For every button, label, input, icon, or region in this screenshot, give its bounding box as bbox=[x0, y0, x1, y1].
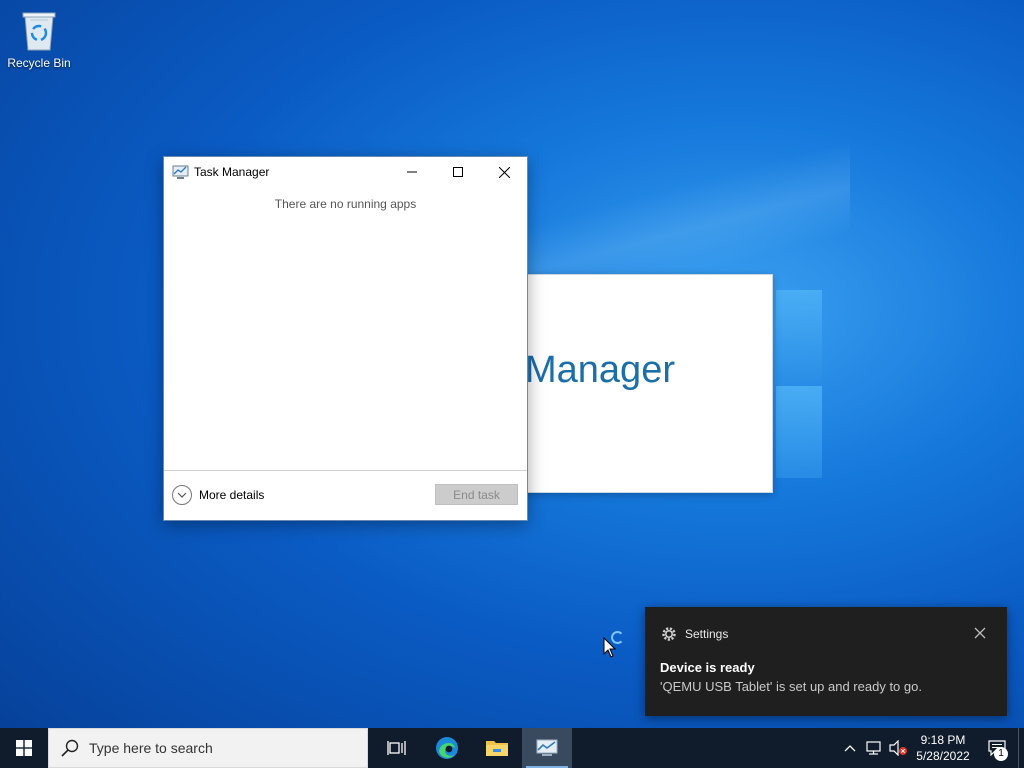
mouse-cursor-icon bbox=[603, 637, 617, 658]
window-footer: More details End task bbox=[164, 470, 527, 520]
toast-title: Device is ready bbox=[660, 660, 755, 675]
close-button[interactable] bbox=[481, 157, 527, 187]
end-task-button[interactable]: End task bbox=[435, 484, 518, 505]
chevron-up-icon bbox=[844, 745, 856, 752]
toast-app-name: Settings bbox=[685, 627, 729, 641]
wallpaper-logo-pane bbox=[776, 386, 822, 478]
taskbar-task-manager[interactable] bbox=[522, 728, 572, 768]
wallpaper-logo-pane bbox=[776, 290, 822, 382]
network-tray-button[interactable] bbox=[862, 728, 886, 768]
more-details-toggle[interactable]: More details bbox=[172, 485, 264, 505]
splash-text: Manager bbox=[525, 349, 675, 391]
system-tray: 9:18 PM 5/28/2022 1 bbox=[838, 728, 1024, 768]
start-button[interactable] bbox=[0, 728, 48, 768]
folder-icon bbox=[486, 741, 508, 756]
taskbar-clock[interactable]: 9:18 PM 5/28/2022 bbox=[910, 732, 976, 764]
gear-icon bbox=[662, 627, 676, 641]
task-manager-splash: Manager bbox=[516, 274, 773, 493]
minimize-icon bbox=[407, 171, 417, 173]
taskbar-edge[interactable] bbox=[422, 728, 472, 768]
toast-header: Settings bbox=[661, 626, 728, 642]
title-bar[interactable]: Task Manager bbox=[164, 157, 527, 187]
desktop-icon-label: Recycle Bin bbox=[7, 56, 71, 70]
edge-icon bbox=[436, 737, 458, 759]
maximize-button[interactable] bbox=[435, 157, 481, 187]
network-icon bbox=[866, 741, 881, 755]
desktop-icon-recycle-bin[interactable]: Recycle Bin bbox=[6, 8, 72, 70]
empty-apps-message: There are no running apps bbox=[274, 197, 417, 211]
volume-tray-button[interactable] bbox=[886, 728, 910, 768]
notification-count-badge: 1 bbox=[994, 747, 1008, 761]
taskbar-task-view[interactable] bbox=[372, 728, 422, 768]
volume-muted-icon bbox=[889, 740, 907, 756]
recycle-bin-icon bbox=[19, 8, 59, 52]
task-manager-window[interactable]: Task Manager There are no running apps M… bbox=[163, 156, 528, 521]
taskbar-file-explorer[interactable] bbox=[472, 728, 522, 768]
window-title: Task Manager bbox=[194, 165, 270, 179]
search-box[interactable]: Type here to search bbox=[48, 728, 368, 768]
chevron-down-icon bbox=[172, 485, 192, 505]
show-hidden-icons-button[interactable] bbox=[838, 728, 862, 768]
toast-notification[interactable]: Settings Device is ready 'QEMU USB Table… bbox=[645, 607, 1007, 716]
show-desktop-button[interactable] bbox=[1018, 728, 1024, 768]
search-icon bbox=[61, 739, 79, 757]
windows-logo-icon bbox=[16, 740, 32, 756]
clock-date: 5/28/2022 bbox=[916, 749, 970, 763]
toast-body: 'QEMU USB Tablet' is set up and ready to… bbox=[660, 679, 922, 694]
clock-time: 9:18 PM bbox=[920, 733, 966, 747]
maximize-icon bbox=[453, 167, 463, 177]
more-details-label: More details bbox=[199, 488, 265, 502]
close-icon[interactable] bbox=[973, 626, 987, 640]
task-manager-icon bbox=[172, 164, 190, 180]
task-view-icon bbox=[387, 741, 406, 755]
taskbar: Type here to search 9:18 PM 5/28/2022 1 bbox=[0, 728, 1024, 768]
minimize-button[interactable] bbox=[389, 157, 435, 187]
action-center-button[interactable]: 1 bbox=[976, 728, 1018, 768]
close-icon bbox=[498, 166, 510, 178]
search-placeholder: Type here to search bbox=[89, 740, 213, 756]
task-manager-icon bbox=[536, 739, 558, 756]
